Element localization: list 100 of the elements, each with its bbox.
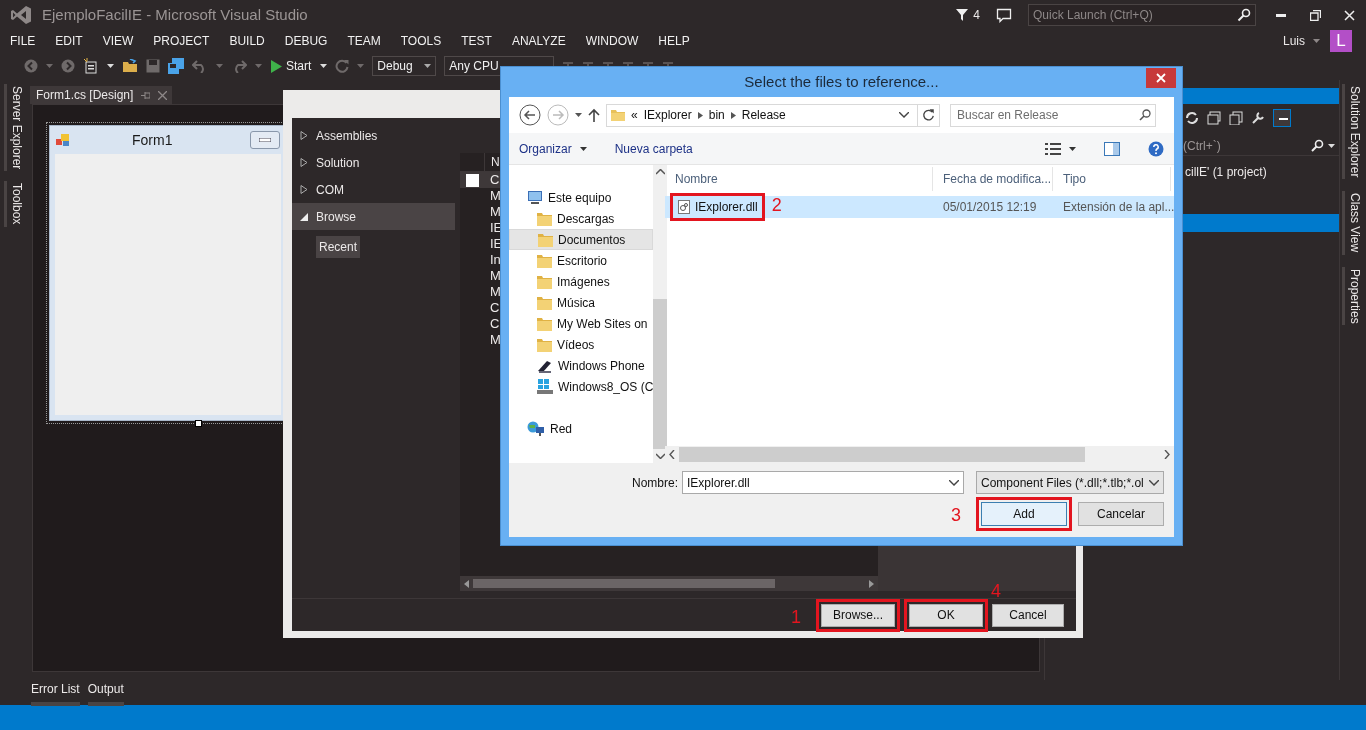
- menu-item[interactable]: DEBUG: [274, 32, 338, 50]
- column-header[interactable]: Tipo: [1053, 167, 1171, 191]
- menu-item[interactable]: TOOLS: [390, 32, 452, 50]
- menu-item[interactable]: VIEW: [92, 32, 144, 50]
- command-button[interactable]: Organizar: [519, 139, 587, 158]
- breadcrumb-item[interactable]: bin: [708, 106, 725, 124]
- scroll-left-icon[interactable]: [669, 450, 675, 459]
- file-name[interactable]: IExplorer.dll: [675, 198, 760, 216]
- resize-handle[interactable]: [195, 420, 202, 427]
- feedback-icon[interactable]: [996, 7, 1012, 23]
- caret-icon[interactable]: [320, 64, 328, 68]
- nav-item[interactable]: Este equipo: [509, 187, 654, 208]
- scroll-right-icon[interactable]: [1164, 450, 1171, 459]
- dialog-button[interactable]: Cancelar: [1078, 502, 1164, 526]
- menu-item[interactable]: TEST: [451, 32, 502, 50]
- help-icon[interactable]: [1148, 140, 1164, 157]
- search-icon[interactable]: [1237, 8, 1251, 22]
- checkbox[interactable]: [466, 173, 479, 187]
- scroll-up-icon[interactable]: [655, 169, 665, 175]
- back-icon[interactable]: [24, 59, 38, 73]
- menu-item[interactable]: PROJECT: [143, 32, 220, 50]
- search-icon[interactable]: [1311, 139, 1324, 152]
- nav-item[interactable]: Imágenes: [509, 271, 654, 292]
- user-name[interactable]: Luis: [1283, 32, 1305, 50]
- view-icon[interactable]: [1045, 142, 1061, 155]
- back-icon[interactable]: [519, 104, 541, 126]
- scroll-left-icon[interactable]: [464, 579, 469, 588]
- caret-icon[interactable]: [579, 146, 587, 151]
- scrollbar[interactable]: [653, 165, 668, 463]
- file-row[interactable]: IExplorer.dll 2 05/01/2015 12:19 Extensión de la apl...: [665, 196, 1175, 218]
- preview-icon[interactable]: [1273, 109, 1291, 127]
- column-header[interactable]: N: [485, 153, 500, 171]
- column-header[interactable]: Fecha de modifica...: [933, 167, 1053, 191]
- nav-item[interactable]: COM: [292, 176, 455, 203]
- dialog-button[interactable]: Add: [981, 502, 1067, 526]
- menu-item[interactable]: BUILD: [219, 32, 275, 50]
- caret-icon[interactable]: [1069, 146, 1076, 151]
- files-icon[interactable]: [1229, 111, 1243, 125]
- breadcrumb-item[interactable]: IExplorer: [643, 106, 692, 124]
- nav-item[interactable]: Solution: [292, 149, 455, 176]
- nav-item[interactable]: Windows8_OS (C: [509, 376, 654, 397]
- nav-subitem[interactable]: Recent: [316, 236, 361, 258]
- menu-item[interactable]: HELP: [648, 32, 700, 50]
- minimize-icon[interactable]: [1276, 13, 1286, 17]
- menu-item[interactable]: WINDOW: [575, 32, 649, 50]
- minimize-button[interactable]: [250, 131, 280, 149]
- caret-icon[interactable]: [424, 64, 432, 68]
- breadcrumb-overflow[interactable]: «: [631, 106, 638, 124]
- quick-launch-field[interactable]: Quick Launch (Ctrl+Q): [1028, 4, 1256, 26]
- new-project-icon[interactable]: [83, 58, 99, 74]
- start-button[interactable]: Start: [270, 56, 313, 76]
- chevron-down-icon[interactable]: [949, 479, 959, 486]
- chevron-down-icon[interactable]: [899, 112, 909, 118]
- nav-item[interactable]: Música: [509, 292, 654, 313]
- scrollbar[interactable]: [665, 446, 1175, 463]
- configuration-dropdown[interactable]: Debug: [372, 56, 437, 76]
- dialog-button[interactable]: Cancel: [992, 603, 1064, 627]
- sync-icon[interactable]: [1185, 111, 1199, 125]
- breadcrumb-item[interactable]: Release: [741, 106, 786, 124]
- file-name-field[interactable]: IExplorer.dll: [682, 471, 964, 494]
- scroll-down-icon[interactable]: [655, 453, 665, 459]
- nav-item[interactable]: Documentos: [509, 229, 654, 250]
- filter-icon[interactable]: [955, 8, 970, 22]
- menu-item[interactable]: FILE: [10, 32, 46, 50]
- avatar[interactable]: L: [1330, 30, 1352, 52]
- nav-item[interactable]: Assemblies: [292, 122, 455, 149]
- notification-count[interactable]: 4: [973, 6, 980, 24]
- wrench-icon[interactable]: [1251, 111, 1265, 125]
- scrollbar[interactable]: [460, 576, 878, 591]
- nav-item[interactable]: My Web Sites on: [509, 313, 654, 334]
- nav-item[interactable]: Descargas: [509, 208, 654, 229]
- pin-icon[interactable]: [141, 90, 151, 100]
- collapse-icon[interactable]: [1207, 111, 1221, 125]
- scroll-right-icon[interactable]: [869, 579, 874, 588]
- menu-item[interactable]: ANALYZE: [501, 32, 576, 50]
- side-tab[interactable]: Properties: [1341, 266, 1365, 326]
- dialog-button[interactable]: OK: [909, 603, 983, 627]
- document-tab[interactable]: Form1.cs [Design]: [30, 86, 172, 104]
- restore-icon[interactable]: [1309, 9, 1321, 21]
- nav-item[interactable]: Windows Phone: [509, 355, 654, 376]
- up-icon[interactable]: [588, 108, 600, 122]
- save-all-icon[interactable]: [168, 58, 184, 74]
- dialog-button[interactable]: Browse...: [821, 603, 895, 627]
- close-button[interactable]: [1146, 68, 1176, 88]
- side-tab[interactable]: Server Explorer: [3, 84, 27, 172]
- address-bar[interactable]: « IExplorer bin Release: [606, 103, 940, 127]
- menu-item[interactable]: TEAM: [337, 32, 391, 50]
- menu-item[interactable]: EDIT: [45, 32, 93, 50]
- save-icon[interactable]: [146, 59, 160, 73]
- search-icon[interactable]: [1139, 109, 1151, 121]
- nav-item[interactable]: Browse: [292, 203, 455, 230]
- side-tab[interactable]: Toolbox: [3, 181, 27, 227]
- caret-icon[interactable]: [1328, 143, 1335, 148]
- nav-item[interactable]: Vídeos: [509, 334, 654, 355]
- side-tab[interactable]: Solution Explorer: [1341, 84, 1365, 180]
- file-type-dropdown[interactable]: Component Files (*.dll;*.tlb;*.ol: [976, 471, 1164, 494]
- preview-pane-icon[interactable]: [1104, 141, 1120, 156]
- caret-icon[interactable]: [107, 64, 114, 68]
- open-folder-icon[interactable]: [122, 59, 138, 73]
- nav-item[interactable]: Red: [509, 418, 654, 439]
